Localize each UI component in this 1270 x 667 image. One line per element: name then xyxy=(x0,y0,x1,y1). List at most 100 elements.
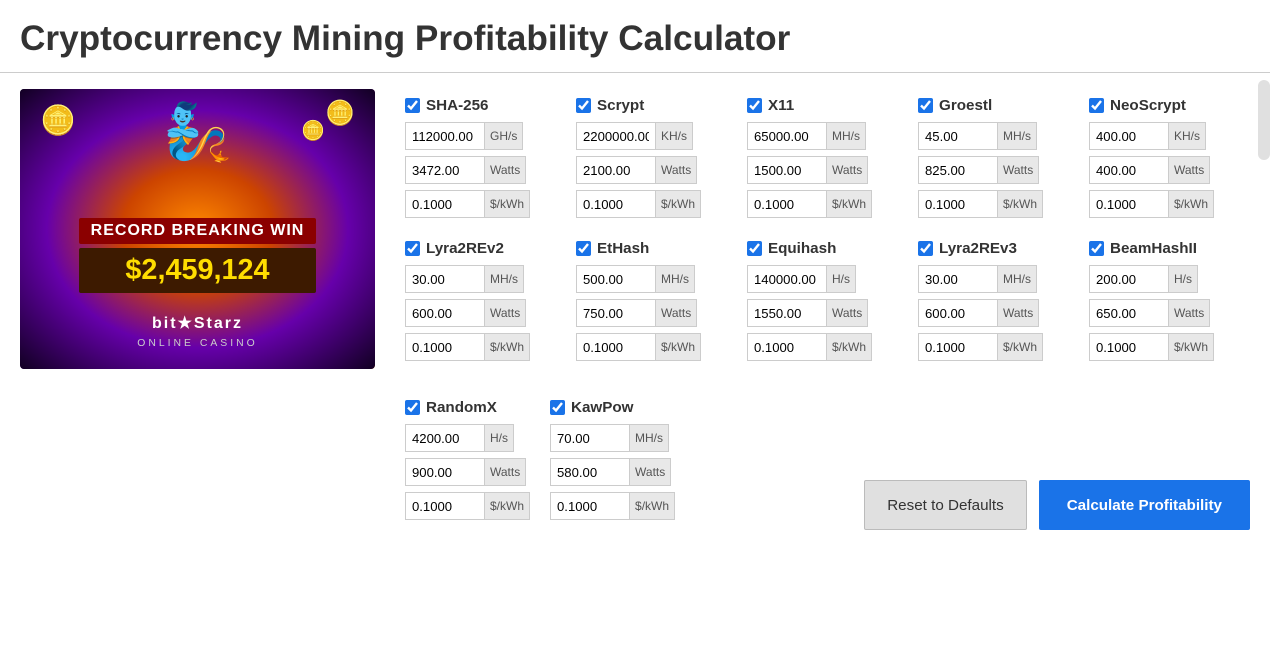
algo-checkbox-neoscrypt[interactable] xyxy=(1089,98,1104,113)
algo-hashrate-row-groestl: MH/s xyxy=(918,122,1069,150)
algo-checkbox-equihash[interactable] xyxy=(747,241,762,256)
algo-cost-input-beamhashii[interactable] xyxy=(1089,333,1169,361)
ad-amount: $2,459,124 xyxy=(125,254,269,286)
algo-cost-input-sha256[interactable] xyxy=(405,190,485,218)
algo-checkbox-lyra2rev2[interactable] xyxy=(405,241,420,256)
algo-hashrate-row-ethash: MH/s xyxy=(576,265,727,293)
bottom-algos: RandomXH/sWatts$/kWhKawPowMH/sWatts$/kWh xyxy=(395,391,685,534)
algo-cost-input-equihash[interactable] xyxy=(747,333,827,361)
algo-hashrate-row-scrypt: KH/s xyxy=(576,122,727,150)
algo-hashrate-input-ethash[interactable] xyxy=(576,265,656,293)
algo-power-row-kawpow: Watts xyxy=(550,458,675,486)
algo-name-ethash: EtHash xyxy=(597,240,649,257)
algo-hashrate-input-kawpow[interactable] xyxy=(550,424,630,452)
algo-hashrate-unit-beamhashii: H/s xyxy=(1169,265,1198,293)
algo-hashrate-unit-groestl: MH/s xyxy=(998,122,1037,150)
algo-checkbox-lyra2rev3[interactable] xyxy=(918,241,933,256)
ad-logo: bit★Starz xyxy=(152,315,243,332)
algo-hashrate-unit-ethash: MH/s xyxy=(656,265,695,293)
calculate-button[interactable]: Calculate Profitability xyxy=(1039,480,1250,530)
algo-cost-input-scrypt[interactable] xyxy=(576,190,656,218)
coin-right: 🪙 xyxy=(325,99,355,128)
algo-power-input-lyra2rev2[interactable] xyxy=(405,299,485,327)
algo-hashrate-unit-scrypt: KH/s xyxy=(656,122,693,150)
algo-power-input-sha256[interactable] xyxy=(405,156,485,184)
algo-cost-input-randomx[interactable] xyxy=(405,492,485,520)
algo-checkbox-ethash[interactable] xyxy=(576,241,591,256)
algo-power-row-sha256: Watts xyxy=(405,156,556,184)
algo-header-lyra2rev3: Lyra2REv3 xyxy=(918,240,1069,257)
ad-banner[interactable]: 🧞 🪙 🪙 🪙 RECORD BREAKING WIN $2,459,124 b… xyxy=(20,89,375,369)
algo-cost-row-kawpow: $/kWh xyxy=(550,492,675,520)
algo-hashrate-unit-lyra2rev3: MH/s xyxy=(998,265,1037,293)
algo-power-input-lyra2rev3[interactable] xyxy=(918,299,998,327)
algo-name-beamhashii: BeamHashII xyxy=(1110,240,1197,257)
algo-header-scrypt: Scrypt xyxy=(576,97,727,114)
algo-checkbox-groestl[interactable] xyxy=(918,98,933,113)
algo-cost-input-x11[interactable] xyxy=(747,190,827,218)
algo-checkbox-sha256[interactable] xyxy=(405,98,420,113)
coin-top: 🪙 xyxy=(301,119,325,143)
algo-name-equihash: Equihash xyxy=(768,240,836,257)
algo-hashrate-input-sha256[interactable] xyxy=(405,122,485,150)
algo-cost-input-lyra2rev2[interactable] xyxy=(405,333,485,361)
algo-cost-input-ethash[interactable] xyxy=(576,333,656,361)
algo-hashrate-unit-sha256: GH/s xyxy=(485,122,523,150)
algo-cost-input-kawpow[interactable] xyxy=(550,492,630,520)
algo-checkbox-x11[interactable] xyxy=(747,98,762,113)
algo-block-scrypt: Scrypt KH/s Watts $/kWh xyxy=(566,89,737,232)
algo-cost-unit-scrypt: $/kWh xyxy=(656,190,701,218)
algo-power-input-ethash[interactable] xyxy=(576,299,656,327)
algo-power-row-equihash: Watts xyxy=(747,299,898,327)
algo-power-unit-randomx: Watts xyxy=(485,458,526,486)
algo-checkbox-scrypt[interactable] xyxy=(576,98,591,113)
algo-cost-unit-beamhashii: $/kWh xyxy=(1169,333,1214,361)
algo-cost-row-x11: $/kWh xyxy=(747,190,898,218)
algo-power-row-lyra2rev3: Watts xyxy=(918,299,1069,327)
algo-cost-unit-sha256: $/kWh xyxy=(485,190,530,218)
algo-name-lyra2rev3: Lyra2REv3 xyxy=(939,240,1017,257)
algo-power-input-beamhashii[interactable] xyxy=(1089,299,1169,327)
algo-power-input-neoscrypt[interactable] xyxy=(1089,156,1169,184)
algo-power-unit-ethash: Watts xyxy=(656,299,697,327)
algo-power-row-scrypt: Watts xyxy=(576,156,727,184)
algo-hashrate-row-sha256: GH/s xyxy=(405,122,556,150)
algo-checkbox-beamhashii[interactable] xyxy=(1089,241,1104,256)
algo-checkbox-kawpow[interactable] xyxy=(550,400,565,415)
algo-hashrate-input-neoscrypt[interactable] xyxy=(1089,122,1169,150)
algo-power-input-x11[interactable] xyxy=(747,156,827,184)
algo-power-input-groestl[interactable] xyxy=(918,156,998,184)
algo-power-input-equihash[interactable] xyxy=(747,299,827,327)
algo-hashrate-input-beamhashii[interactable] xyxy=(1089,265,1169,293)
algo-cost-input-groestl[interactable] xyxy=(918,190,998,218)
algo-header-lyra2rev2: Lyra2REv2 xyxy=(405,240,556,257)
algo-power-input-randomx[interactable] xyxy=(405,458,485,486)
algo-hashrate-input-x11[interactable] xyxy=(747,122,827,150)
algo-cost-unit-kawpow: $/kWh xyxy=(630,492,675,520)
algo-hashrate-input-equihash[interactable] xyxy=(747,265,827,293)
algo-cost-input-lyra2rev3[interactable] xyxy=(918,333,998,361)
scrollbar[interactable] xyxy=(1258,80,1270,160)
algo-hashrate-input-scrypt[interactable] xyxy=(576,122,656,150)
algo-cost-unit-ethash: $/kWh xyxy=(656,333,701,361)
algo-block-lyra2rev2: Lyra2REv2MH/sWatts$/kWh xyxy=(395,232,566,375)
algo-cost-unit-groestl: $/kWh xyxy=(998,190,1043,218)
algo-hashrate-input-groestl[interactable] xyxy=(918,122,998,150)
algo-hashrate-unit-equihash: H/s xyxy=(827,265,856,293)
algo-block-ethash: EtHash MH/s Watts $/kWh xyxy=(566,232,737,375)
algo-power-unit-scrypt: Watts xyxy=(656,156,697,184)
algo-power-input-scrypt[interactable] xyxy=(576,156,656,184)
algo-hashrate-input-randomx[interactable] xyxy=(405,424,485,452)
algo-hashrate-input-lyra2rev3[interactable] xyxy=(918,265,998,293)
algo-hashrate-row-lyra2rev2: MH/s xyxy=(405,265,556,293)
algo-cost-unit-equihash: $/kWh xyxy=(827,333,872,361)
algo-cost-input-neoscrypt[interactable] xyxy=(1089,190,1169,218)
algo-hashrate-input-lyra2rev2[interactable] xyxy=(405,265,485,293)
algo-name-x11: X11 xyxy=(768,97,794,114)
algo-hashrate-unit-lyra2rev2: MH/s xyxy=(485,265,524,293)
algo-checkbox-randomx[interactable] xyxy=(405,400,420,415)
algo-block-randomx: RandomXH/sWatts$/kWh xyxy=(395,391,540,534)
algo-power-input-kawpow[interactable] xyxy=(550,458,630,486)
reset-button[interactable]: Reset to Defaults xyxy=(864,480,1027,530)
algo-power-row-x11: Watts xyxy=(747,156,898,184)
